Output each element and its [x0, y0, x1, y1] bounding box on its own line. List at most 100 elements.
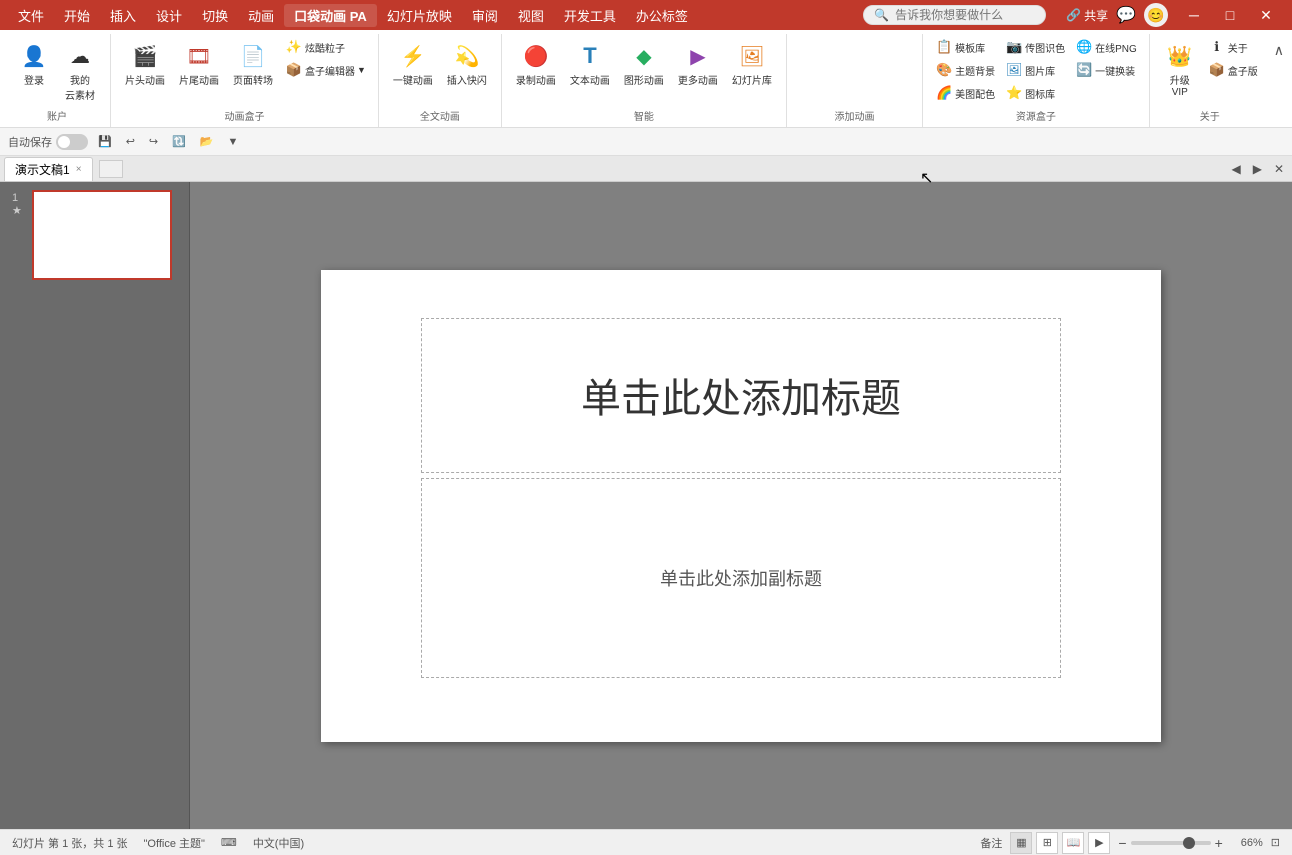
menu-home[interactable]: 开始 — [54, 4, 100, 27]
slide-thumbnail[interactable] — [32, 190, 172, 280]
share-button[interactable]: 🔗 共享 — [1066, 7, 1108, 24]
ribbon-group-anim-box: 🎬 片头动画 🎞 片尾动画 📄 页面转场 ✨ 炫酷粒子 — [111, 34, 379, 127]
ribbon-group-items-fullanim: ⚡ 一键动画 💫 插入快闪 — [387, 36, 493, 106]
login-button[interactable]: 👤 登录 — [12, 36, 56, 91]
beauty-color-button[interactable]: 🌈 美图配色 — [931, 82, 999, 104]
film-tail-icon: 🎞 — [183, 40, 215, 72]
menu-devtools[interactable]: 开发工具 — [554, 4, 626, 27]
ribbon-group-full-anim: ⚡ 一键动画 💫 插入快闪 全文动画 — [379, 34, 502, 127]
tab-arrow-right[interactable]: ▶ — [1249, 160, 1266, 178]
theme-bg-button[interactable]: 🎨 主题背景 — [931, 59, 999, 81]
new-tab-button[interactable] — [99, 160, 123, 178]
one-click-button[interactable]: ⚡ 一键动画 — [387, 36, 439, 91]
input-method-icon[interactable]: ⌨ — [221, 836, 237, 849]
doc-tab-close[interactable]: × — [76, 164, 82, 175]
theme-bg-icon: 🎨 — [935, 61, 953, 79]
menu-transition[interactable]: 切换 — [192, 4, 238, 27]
record-anim-button[interactable]: 🔴 录制动画 — [510, 36, 562, 91]
about-icon: ℹ — [1208, 38, 1226, 56]
autosave-toggle[interactable] — [56, 134, 88, 150]
status-right: 备注 ▦ ⊞ 📖 ▶ − + 66% ⊡ — [980, 832, 1280, 854]
menu-view[interactable]: 视图 — [508, 4, 554, 27]
zoom-slider[interactable] — [1131, 841, 1211, 845]
img-color-button[interactable]: 📷 传图识色 — [1001, 36, 1069, 58]
particles-icon: ✨ — [285, 38, 303, 56]
undo-icon: ↩ — [126, 135, 135, 148]
template-lib-button[interactable]: 📋 模板库 — [931, 36, 999, 58]
title-bar: 文件 开始 插入 设计 切换 动画 口袋动画 PA 幻灯片放映 审阅 视图 开发… — [0, 0, 1292, 30]
slideshow-button[interactable]: ▶ — [1088, 832, 1110, 854]
zoom-in-button[interactable]: + — [1215, 835, 1223, 851]
tab-arrow-left[interactable]: ◀ — [1227, 160, 1244, 178]
reset-icon: 🔃 — [172, 135, 186, 148]
slide-browse-button[interactable]: ⊞ — [1036, 832, 1058, 854]
upgrade-vip-button[interactable]: 👑 升级VIP — [1158, 36, 1202, 102]
menu-design[interactable]: 设计 — [146, 4, 192, 27]
box-editor-button[interactable]: 📦 盒子编辑器 ▼ — [281, 59, 370, 81]
read-view-button[interactable]: 📖 — [1062, 832, 1084, 854]
saveas-button[interactable]: 📂 — [196, 133, 218, 150]
normal-view-button[interactable]: ▦ — [1010, 832, 1032, 854]
close-button[interactable]: ✕ — [1248, 0, 1284, 30]
menu-file[interactable]: 文件 — [8, 4, 54, 27]
menu-slideshow[interactable]: 幻灯片放映 — [377, 4, 462, 27]
reset-button[interactable]: 🔃 — [168, 133, 190, 150]
film-tail-button[interactable]: 🎞 片尾动画 — [173, 36, 225, 91]
box-ver-icon: 📦 — [1208, 61, 1226, 79]
fit-button[interactable]: ⊡ — [1271, 836, 1280, 849]
addanim-group-label: 添加动画 — [835, 106, 875, 125]
comment-label[interactable]: 备注 — [980, 835, 1002, 851]
undo-button[interactable]: ↩ — [122, 133, 139, 150]
zoom-slider-thumb[interactable] — [1183, 837, 1195, 849]
flash-insert-button[interactable]: 💫 插入快闪 — [441, 36, 493, 91]
doc-tab-1[interactable]: 演示文稿1 × — [4, 157, 93, 181]
redo-icon: ↪ — [149, 135, 158, 148]
autosave-area: 自动保存 — [8, 134, 88, 150]
zoom-out-button[interactable]: − — [1118, 835, 1126, 851]
user-avatar[interactable]: 😊 — [1144, 3, 1168, 27]
menu-pocket-anim[interactable]: 口袋动画 PA — [284, 4, 377, 27]
about-button[interactable]: ℹ 关于 — [1204, 36, 1262, 58]
one-switch-button[interactable]: 🔄 一键换装 — [1071, 59, 1141, 81]
redo-button[interactable]: ↪ — [145, 133, 162, 150]
search-input[interactable] — [895, 8, 1035, 22]
title-placeholder[interactable]: 单击此处添加标题 — [421, 318, 1061, 473]
pic-lib-icon: 🖼 — [1005, 61, 1023, 79]
about-group-label: 关于 — [1200, 106, 1220, 125]
tab-close-all[interactable]: ✕ — [1270, 160, 1288, 178]
minimize-button[interactable]: ─ — [1176, 0, 1212, 30]
slide-lib-button[interactable]: 🖼 幻灯片库 — [726, 36, 778, 91]
menu-animation[interactable]: 动画 — [238, 4, 284, 27]
pic-lib-button[interactable]: 🖼 图片库 — [1001, 59, 1069, 81]
search-icon: 🔍 — [874, 8, 889, 22]
text-anim-button[interactable]: T 文本动画 — [564, 36, 616, 91]
search-bar[interactable]: 🔍 — [863, 5, 1046, 25]
maximize-button[interactable]: □ — [1212, 0, 1248, 30]
film-head-icon: 🎬 — [129, 40, 161, 72]
page-transition-button[interactable]: 📄 页面转场 — [227, 36, 279, 91]
menu-office-tag[interactable]: 办公标签 — [626, 4, 698, 27]
comment-icon[interactable]: 💬 — [1116, 5, 1136, 25]
more-button[interactable]: ▼ — [224, 134, 243, 150]
menu-review[interactable]: 审阅 — [462, 4, 508, 27]
subtitle-placeholder[interactable]: 单击此处添加副标题 — [421, 478, 1061, 678]
text-anim-icon: T — [574, 40, 606, 72]
online-png-button[interactable]: 🌐 在线PNG — [1071, 36, 1141, 58]
box-ver-button[interactable]: 📦 盒子版 — [1204, 59, 1262, 81]
more-anim-button[interactable]: ▶ 更多动画 — [672, 36, 724, 91]
ribbon-group-items-account: 👤 登录 ☁ 我的云素材 — [12, 36, 102, 106]
icon-lib-button[interactable]: ⭐ 图标库 — [1001, 82, 1069, 104]
film-head-button[interactable]: 🎬 片头动画 — [119, 36, 171, 91]
status-bar: 幻灯片 第 1 张，共 1 张 "Office 主题" ⌨ 中文(中国) 备注 … — [0, 829, 1292, 855]
particles-button[interactable]: ✨ 炫酷粒子 — [281, 36, 370, 58]
ribbon-group-about: 👑 升级VIP ℹ 关于 📦 盒子版 关于 — [1150, 34, 1270, 127]
slide-canvas[interactable]: 单击此处添加标题 单击此处添加副标题 — [321, 270, 1161, 742]
ribbon-collapse-button[interactable]: ∧ — [1270, 38, 1288, 63]
menu-insert[interactable]: 插入 — [100, 4, 146, 27]
zoom-level[interactable]: 66% — [1231, 837, 1263, 849]
animbox-group-label: 动画盒子 — [224, 106, 264, 125]
shape-anim-button[interactable]: ◆ 图形动画 — [618, 36, 670, 91]
ribbon: 👤 登录 ☁ 我的云素材 账户 🎬 片头动画 🎞 片尾动画 — [0, 30, 1292, 128]
save-button[interactable]: 💾 — [94, 133, 116, 150]
my-cloud-button[interactable]: ☁ 我的云素材 — [58, 36, 102, 106]
